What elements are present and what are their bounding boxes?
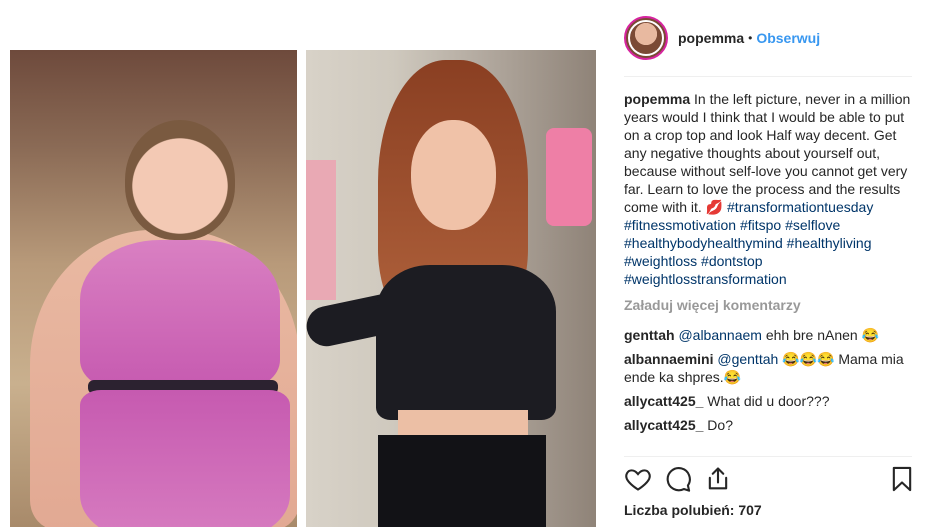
caption: popemma In the left picture, never in a … [624,90,914,288]
comment-text: What did u door??? [707,393,830,409]
comment-row: allycatt425_ What did u door??? [624,392,914,410]
swimsuit-top [80,240,280,390]
actions-divider [624,456,912,457]
comment-icon[interactable] [664,465,692,493]
before-figure-head [125,120,235,240]
after-photo [306,50,596,527]
caption-username[interactable]: popemma [624,91,690,107]
follow-button[interactable]: Obserwuj [756,30,820,46]
comment-username[interactable]: albannaemini [624,351,713,367]
avatar[interactable] [624,16,668,60]
like-count[interactable]: Liczba polubień: 707 [624,502,762,518]
comment-mention[interactable]: @albannaem [678,327,762,343]
after-figure-face [411,120,496,230]
heart-icon[interactable] [624,465,652,493]
action-bar [624,463,914,495]
comment-row: albannaemini @genttah 😂😂😂 Mama mia ende … [624,350,914,386]
post-media[interactable] [0,0,606,527]
separator-dot: • [748,31,753,45]
share-icon[interactable] [704,465,732,493]
comments-section: popemma In the left picture, never in a … [624,90,914,440]
comment-text: Do? [707,417,733,433]
background-mirror [306,160,336,300]
caption-text: In the left picture, never in a million … [624,91,911,215]
comment-mention[interactable]: @genttah [717,351,778,367]
comment-username[interactable]: genttah [624,327,675,343]
comment-username[interactable]: allycatt425_ [624,393,703,409]
crop-top [376,265,556,420]
bookmark-icon[interactable] [888,465,916,493]
post-header: popemma • Obserwuj [624,14,820,62]
header-divider [624,76,912,77]
post-sidebar: popemma • Obserwuj popemma In the left p… [606,0,936,527]
black-pants [378,435,546,527]
before-photo [10,50,297,527]
comment-row: allycatt425_ Do? [624,416,914,434]
comment-username[interactable]: allycatt425_ [624,417,703,433]
header-username[interactable]: popemma [678,30,744,46]
pink-phone [546,128,592,226]
comment-text: ehh bre nAnen 😂 [765,327,880,343]
comment-row: genttah @albannaem ehh bre nAnen 😂 [624,326,914,344]
load-more-comments[interactable]: Załaduj więcej komentarzy [624,296,914,314]
swimsuit-bottom [80,390,290,527]
